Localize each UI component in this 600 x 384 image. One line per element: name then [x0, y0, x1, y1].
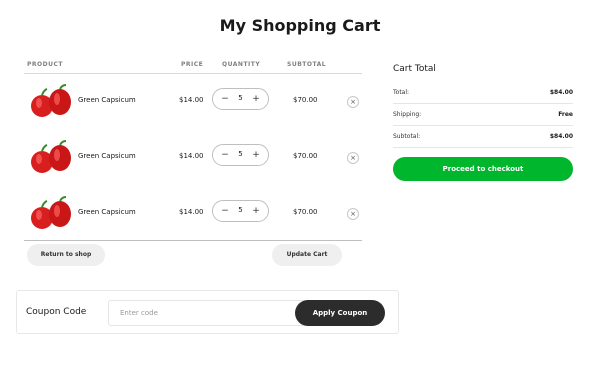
cart-total-panel: Cart Total Total: $84.00 Shipping: Free … — [393, 64, 573, 181]
subtotal-label: Subtotal: — [393, 133, 421, 140]
total-value: $84.00 — [549, 89, 573, 96]
coupon-code-input[interactable] — [108, 300, 308, 326]
coupon-label: Coupon Code — [26, 307, 87, 317]
product-price: $14.00 — [179, 152, 204, 160]
product-name[interactable]: Green Capsicum — [78, 152, 136, 160]
product-name[interactable]: Green Capsicum — [78, 208, 136, 216]
remove-item-icon[interactable]: × — [347, 96, 359, 108]
update-cart-button[interactable]: Update Cart — [272, 244, 342, 266]
cart-total-title: Cart Total — [393, 64, 436, 74]
quantity-stepper: − 5 + — [212, 200, 269, 222]
cart-row: Green Capsicum $14.00 − 5 + $70.00 × — [24, 130, 362, 186]
return-to-shop-button[interactable]: Return to shop — [27, 244, 105, 266]
shipping-value: Free — [558, 111, 573, 118]
subtotal-row: Subtotal: $84.00 — [393, 126, 573, 148]
coupon-panel: Coupon Code Apply Coupon — [16, 290, 399, 334]
table-divider — [24, 240, 362, 241]
row-subtotal: $70.00 — [293, 96, 318, 104]
column-header-price: PRICE — [181, 61, 204, 68]
cart-row: Green Capsicum $14.00 − 5 + $70.00 × — [24, 186, 362, 242]
cart-row: Green Capsicum $14.00 − 5 + $70.00 × — [24, 74, 362, 130]
product-name[interactable]: Green Capsicum — [78, 96, 136, 104]
apply-coupon-button[interactable]: Apply Coupon — [295, 300, 385, 326]
increase-quantity-button[interactable]: + — [250, 93, 262, 105]
product-image — [31, 140, 71, 173]
remove-item-icon[interactable]: × — [347, 152, 359, 164]
row-subtotal: $70.00 — [293, 208, 318, 216]
table-header: PRODUCT PRICE QUANTITY SUBTOTAL — [24, 58, 362, 74]
cart-table: PRODUCT PRICE QUANTITY SUBTOTAL Green Ca… — [24, 58, 362, 266]
product-price: $14.00 — [179, 208, 204, 216]
shipping-row: Shipping: Free — [393, 104, 573, 126]
quantity-stepper: − 5 + — [212, 88, 269, 110]
remove-item-icon[interactable]: × — [347, 208, 359, 220]
product-image — [31, 196, 71, 229]
product-image — [31, 84, 71, 117]
increase-quantity-button[interactable]: + — [250, 149, 262, 161]
quantity-stepper: − 5 + — [212, 144, 269, 166]
column-header-subtotal: SUBTOTAL — [287, 61, 327, 68]
column-header-quantity: QUANTITY — [222, 61, 261, 68]
subtotal-value: $84.00 — [549, 133, 573, 140]
total-label: Total: — [393, 89, 410, 96]
row-subtotal: $70.00 — [293, 152, 318, 160]
total-row: Total: $84.00 — [393, 82, 573, 104]
increase-quantity-button[interactable]: + — [250, 205, 262, 217]
product-price: $14.00 — [179, 96, 204, 104]
proceed-to-checkout-button[interactable]: Proceed to checkout — [393, 157, 573, 181]
column-header-product: PRODUCT — [27, 61, 63, 68]
page-title: My Shopping Cart — [219, 16, 381, 35]
shipping-label: Shipping: — [393, 111, 422, 118]
